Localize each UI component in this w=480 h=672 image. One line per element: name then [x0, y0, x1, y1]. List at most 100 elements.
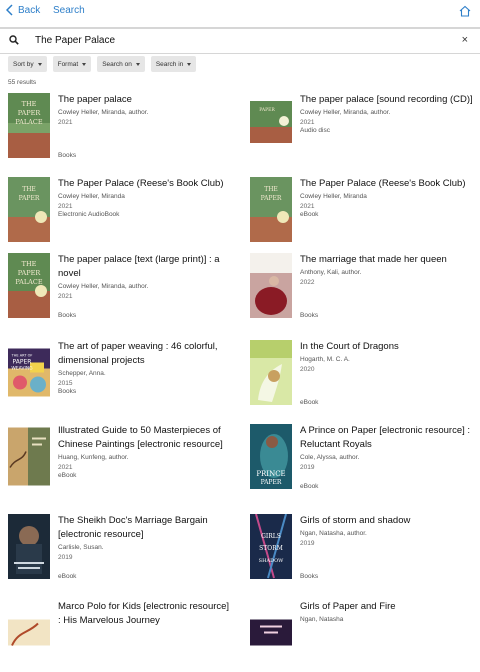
result-format: eBook	[300, 399, 319, 406]
nav-search-link[interactable]: Search	[53, 5, 85, 16]
result-item[interactable]: Marco Polo for Kids [electronic resource…	[8, 600, 229, 672]
result-title[interactable]: The Paper Palace (Reese's Book Club)	[58, 177, 234, 191]
book-cover	[8, 427, 50, 486]
result-item[interactable]: THE PAPER PALACE The paper palace [text …	[8, 253, 220, 325]
sort-by-dropdown[interactable]: Sort by	[8, 56, 47, 72]
chip-label: Format	[57, 60, 79, 68]
svg-text:PAPER: PAPER	[261, 195, 282, 202]
result-title[interactable]: Girls of storm and shadow	[300, 514, 476, 528]
result-year: 2022	[300, 279, 315, 286]
caret-down-icon	[82, 62, 87, 66]
result-author: Hogarth, M. C. A.	[300, 356, 350, 363]
result-title[interactable]: The art of paper weaving : 46 colorful, …	[58, 340, 234, 368]
results-count: 55 results	[8, 79, 37, 86]
home-icon	[459, 5, 471, 17]
chip-label: Search in	[155, 60, 184, 68]
svg-text:PAPER: PAPER	[19, 195, 40, 202]
svg-text:THE: THE	[22, 100, 37, 108]
result-format: Audio disc	[300, 127, 330, 134]
back-label: Back	[18, 4, 41, 16]
svg-text:STORM: STORM	[259, 545, 283, 552]
caret-down-icon	[37, 62, 42, 66]
result-item[interactable]: Girls of Paper and Fire Ngan, Natasha	[250, 600, 460, 672]
result-item[interactable]: In the Court of Dragons Hogarth, M. C. A…	[250, 340, 460, 412]
result-format: Books	[58, 152, 77, 159]
result-author: Cowley Heller, Miranda, author.	[300, 109, 391, 116]
search-input[interactable]: The Paper Palace	[35, 35, 115, 46]
book-cover	[250, 619, 292, 646]
result-year: 2021	[300, 203, 315, 210]
result-year: 2021	[58, 203, 73, 210]
result-author: Cowley Heller, Miranda, author.	[58, 283, 149, 290]
result-item[interactable]: GIRLS STORM SHADOW Girls of storm and sh…	[250, 514, 460, 586]
result-author: Cowley Heller, Miranda	[58, 193, 125, 200]
result-year: 2019	[300, 464, 315, 471]
result-title[interactable]: The paper palace [sound recording (CD)]	[300, 93, 476, 107]
svg-text:PALACE: PALACE	[15, 118, 42, 126]
result-author: Cole, Alyssa, author.	[300, 454, 360, 461]
search-icon	[9, 35, 19, 45]
result-item[interactable]: THE PAPER The Paper Palace (Reese's Book…	[8, 177, 224, 249]
home-button[interactable]	[459, 4, 471, 22]
svg-text:PAPER: PAPER	[261, 479, 282, 486]
result-format: eBook	[58, 472, 77, 479]
result-year: 2020	[300, 366, 315, 373]
result-title[interactable]: The Paper Palace (Reese's Book Club)	[300, 177, 476, 191]
result-title[interactable]: Girls of Paper and Fire	[300, 600, 476, 614]
result-author: Anthony, Kali, author.	[300, 269, 362, 276]
result-format: eBook	[300, 211, 319, 218]
book-cover: PAPER	[250, 93, 292, 158]
result-title[interactable]: The paper palace	[58, 93, 234, 107]
chip-label: Search on	[102, 60, 132, 68]
result-title[interactable]: The marriage that made her queen	[300, 253, 476, 267]
svg-text:THE ART OF: THE ART OF	[11, 354, 33, 358]
book-cover	[250, 253, 292, 318]
result-title[interactable]: A Prince on Paper [electronic resource] …	[300, 424, 476, 452]
result-format: eBook	[300, 483, 319, 490]
result-year: 2019	[58, 554, 73, 561]
result-author: Ngan, Natasha, author.	[300, 530, 367, 537]
result-author: Ngan, Natasha	[300, 616, 344, 623]
result-year: 2021	[300, 119, 315, 126]
result-year: 2021	[58, 464, 73, 471]
result-format: Books	[300, 312, 319, 319]
book-cover: THE PAPER	[8, 177, 50, 242]
caret-down-icon	[187, 62, 192, 66]
book-cover: THE PAPER PALACE	[8, 253, 50, 318]
result-item[interactable]: THE PAPER PALACE The paper palace Cowley…	[8, 93, 218, 165]
result-item[interactable]: THE PAPER The Paper Palace (Reese's Book…	[250, 177, 466, 249]
result-year: 2019	[300, 540, 315, 547]
result-item[interactable]: THE ART OF PAPER WEAVING The art of pape…	[8, 340, 218, 412]
result-format: Books	[300, 573, 319, 580]
result-title[interactable]: Marco Polo for Kids [electronic resource…	[58, 600, 234, 628]
result-format: eBook	[58, 573, 77, 580]
result-item[interactable]: The marriage that made her queen Anthony…	[250, 253, 460, 325]
result-title[interactable]: Illustrated Guide to 50 Masterpieces of …	[58, 424, 234, 452]
result-author: Cowley Heller, Miranda, author.	[58, 109, 149, 116]
result-year: 2015	[58, 380, 73, 387]
svg-text:THE: THE	[22, 260, 37, 268]
svg-text:PAPER: PAPER	[13, 359, 32, 366]
clear-search-button[interactable]: ×	[462, 34, 468, 46]
svg-text:SHADOW: SHADOW	[259, 558, 285, 564]
svg-text:GIRLS: GIRLS	[261, 533, 281, 540]
back-button[interactable]: Back	[6, 4, 40, 16]
result-item[interactable]: PAPER The paper palace [sound recording …	[250, 93, 473, 165]
caret-down-icon	[135, 62, 140, 66]
result-title[interactable]: In the Court of Dragons	[300, 340, 476, 354]
book-cover	[8, 514, 50, 579]
result-item[interactable]: PRINCE PAPER A Prince on Paper [electron…	[250, 424, 470, 496]
format-dropdown[interactable]: Format	[52, 56, 92, 72]
result-item[interactable]: The Sheikh Doc's Marriage Bargain [elect…	[8, 514, 218, 586]
result-item[interactable]: Illustrated Guide to 50 Masterpieces of …	[8, 424, 223, 496]
chip-label: Sort by	[13, 60, 34, 68]
result-year: 2021	[58, 119, 73, 126]
svg-text:PALACE: PALACE	[15, 278, 42, 286]
book-cover: THE PAPER PALACE	[8, 93, 50, 158]
search-in-dropdown[interactable]: Search in	[150, 56, 197, 72]
result-title[interactable]: The Sheikh Doc's Marriage Bargain [elect…	[58, 514, 234, 542]
result-title[interactable]: The paper palace [text (large print)] : …	[58, 253, 234, 281]
result-year: 2021	[58, 293, 73, 300]
svg-text:PAPER: PAPER	[259, 107, 275, 113]
search-on-dropdown[interactable]: Search on	[97, 56, 145, 72]
